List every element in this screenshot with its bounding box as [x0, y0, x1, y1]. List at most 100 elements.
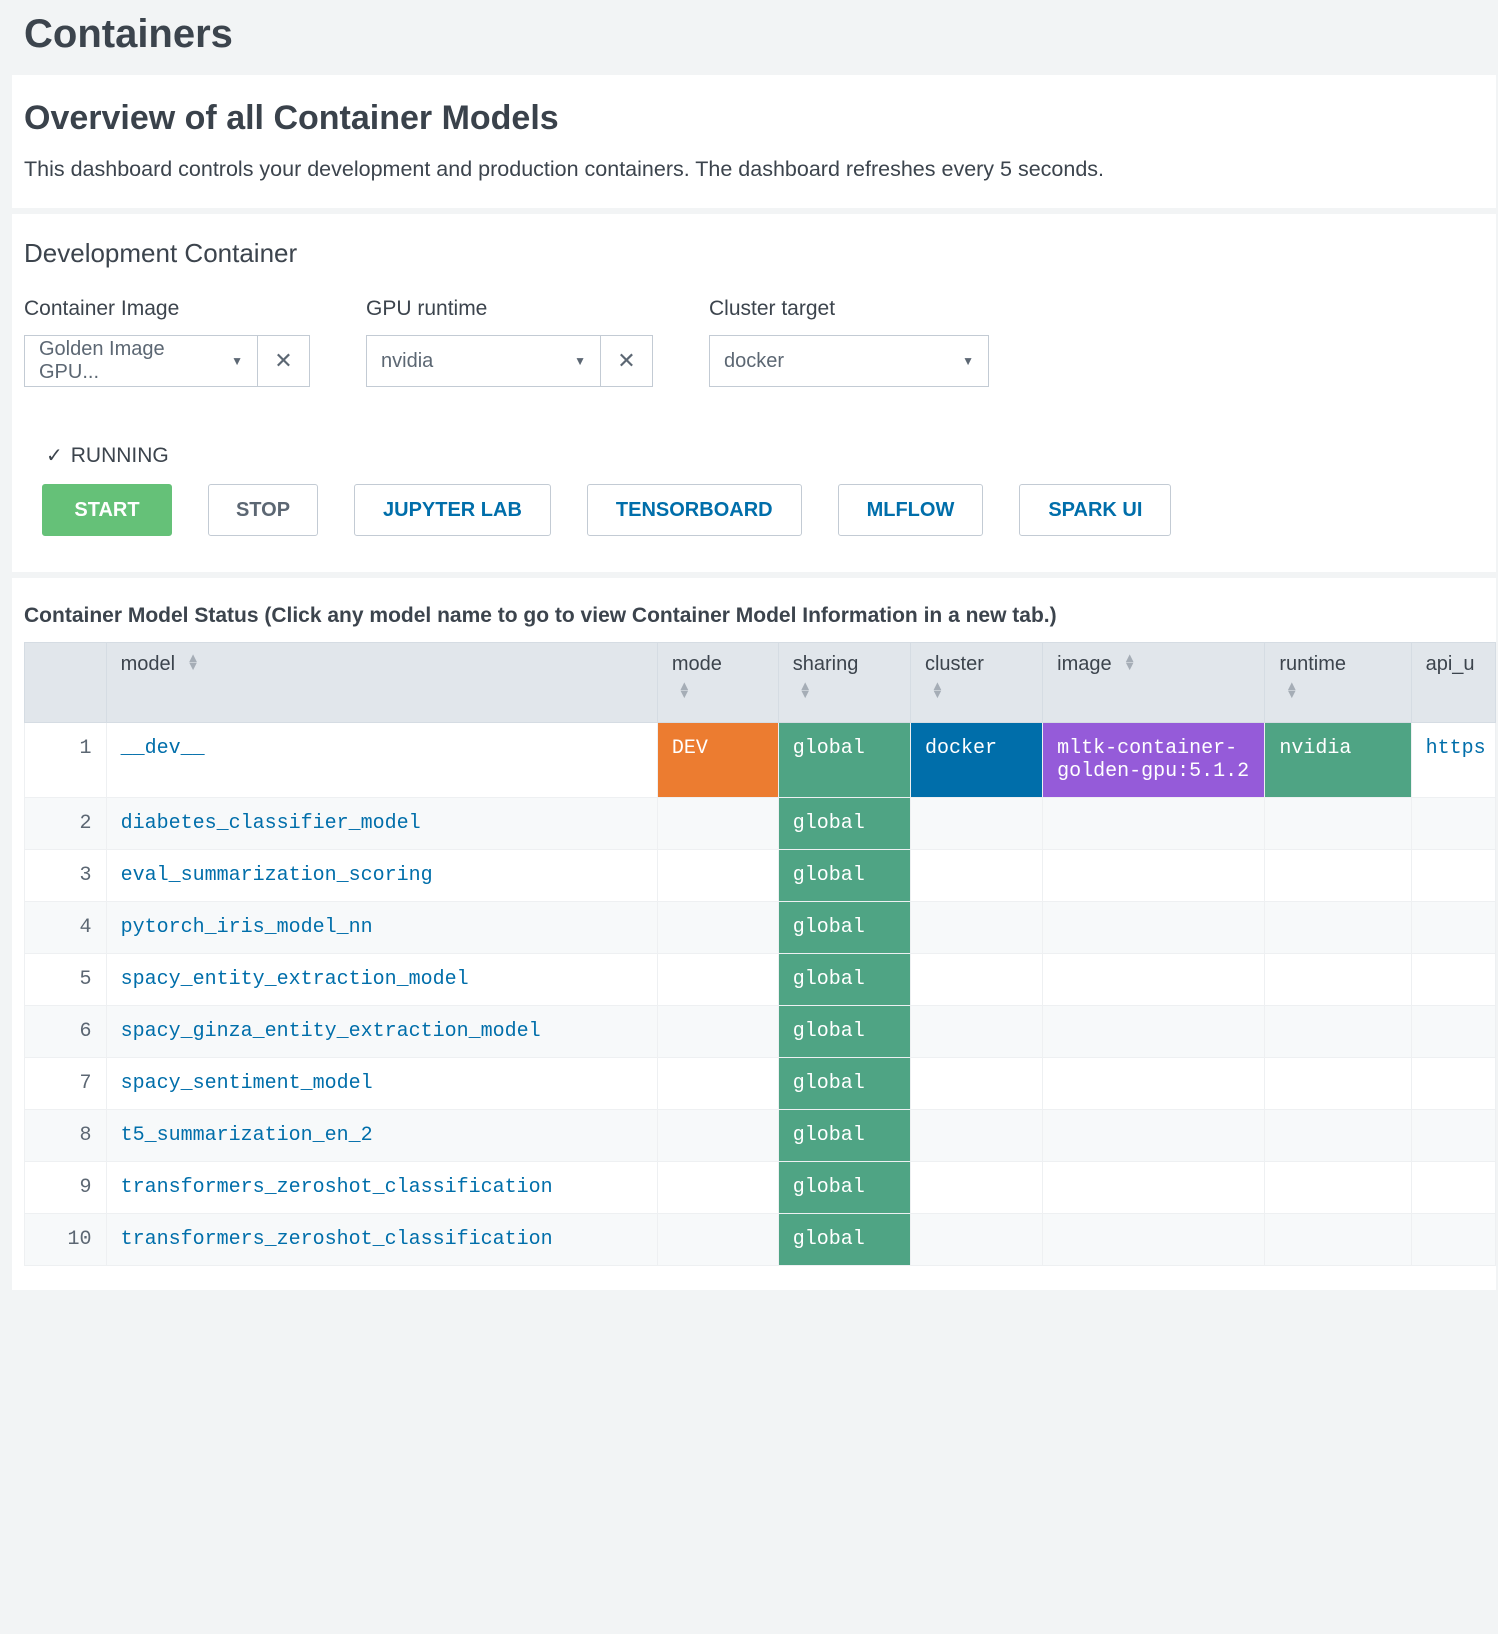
sort-icon: ▲▼	[678, 682, 764, 698]
mode-cell	[657, 1214, 778, 1266]
model-cell: transformers_zeroshot_classification	[106, 1214, 657, 1266]
column-header-model[interactable]: model ▲▼	[106, 643, 657, 723]
cluster-target-group: Cluster target docker ▼	[709, 297, 989, 387]
model-cell: transformers_zeroshot_classification	[106, 1162, 657, 1214]
gpu-runtime-value: nvidia	[381, 350, 433, 373]
mode-cell	[657, 1006, 778, 1058]
api-url-cell	[1411, 1006, 1495, 1058]
model-link[interactable]: spacy_ginza_entity_extraction_model	[121, 1020, 541, 1043]
chevron-down-icon: ▼	[962, 354, 974, 368]
column-header-api-url[interactable]: api_u	[1411, 643, 1495, 723]
cluster-target-select[interactable]: docker ▼	[709, 335, 989, 387]
image-cell	[1043, 902, 1265, 954]
check-icon: ✓	[46, 443, 63, 468]
table-row: 7spacy_sentiment_modelglobal	[25, 1058, 1496, 1110]
table-title: Container Model Status (Click any model …	[24, 604, 1496, 628]
header-label: api_u	[1426, 653, 1475, 675]
column-header-image[interactable]: image ▲▼	[1043, 643, 1265, 723]
model-link[interactable]: spacy_entity_extraction_model	[121, 968, 469, 991]
header-label: image	[1057, 653, 1111, 675]
model-link[interactable]: transformers_zeroshot_classification	[121, 1228, 553, 1251]
sort-icon: ▲▼	[187, 654, 200, 670]
cluster-cell: docker	[910, 723, 1042, 798]
model-cell: pytorch_iris_model_nn	[106, 902, 657, 954]
table-row: 1__dev__DEVglobaldockermltk-container-go…	[25, 723, 1496, 798]
api-url-cell: https	[1411, 723, 1495, 798]
cluster-cell	[910, 1058, 1042, 1110]
sharing-cell: global	[778, 1006, 910, 1058]
table-row: 6 spacy_ginza_entity_extraction_model glob…	[25, 1006, 1496, 1058]
api-url-cell	[1411, 1058, 1495, 1110]
image-cell	[1043, 1006, 1265, 1058]
gpu-runtime-clear-button[interactable]: ✕	[601, 335, 653, 387]
header-label: runtime	[1279, 653, 1396, 676]
stop-button[interactable]: STOP	[208, 484, 318, 536]
api-url-cell	[1411, 1162, 1495, 1214]
status-table-card: Container Model Status (Click any model …	[12, 578, 1496, 1290]
image-cell	[1043, 798, 1265, 850]
runtime-cell: nvidia	[1265, 723, 1411, 798]
api-url-cell	[1411, 902, 1495, 954]
mlflow-button[interactable]: MLFLOW	[838, 484, 984, 536]
api-url-link[interactable]: https	[1426, 737, 1486, 760]
table-row: 10transformers_zeroshot_classificationgl…	[25, 1214, 1496, 1266]
start-button[interactable]: START	[42, 484, 172, 536]
mode-cell	[657, 902, 778, 954]
row-index: 1	[25, 723, 107, 798]
model-link[interactable]: eval_summarization_scoring	[121, 864, 433, 887]
jupyter-lab-button[interactable]: JUPYTER LAB	[354, 484, 551, 536]
mode-cell	[657, 1162, 778, 1214]
cluster-cell	[910, 850, 1042, 902]
mode-cell	[657, 798, 778, 850]
cluster-cell	[910, 1006, 1042, 1058]
gpu-runtime-select[interactable]: nvidia ▼	[366, 335, 601, 387]
model-link[interactable]: transformers_zeroshot_classification	[121, 1176, 553, 1199]
mode-cell: DEV	[657, 723, 778, 798]
model-link[interactable]: pytorch_iris_model_nn	[121, 916, 373, 939]
sharing-cell: global	[778, 1058, 910, 1110]
tensorboard-button[interactable]: TENSORBOARD	[587, 484, 802, 536]
api-url-cell	[1411, 1110, 1495, 1162]
cluster-cell	[910, 1162, 1042, 1214]
mode-cell	[657, 954, 778, 1006]
container-image-label: Container Image	[24, 297, 310, 321]
container-image-value: Golden Image GPU...	[39, 338, 219, 384]
close-icon: ✕	[274, 348, 292, 374]
model-link[interactable]: __dev__	[121, 737, 205, 760]
image-cell	[1043, 1162, 1265, 1214]
model-link[interactable]: t5_summarization_en_2	[121, 1124, 373, 1147]
table-row: 2diabetes_classifier_modelglobal	[25, 798, 1496, 850]
gpu-runtime-group: GPU runtime nvidia ▼ ✕	[366, 297, 653, 387]
gpu-runtime-label: GPU runtime	[366, 297, 653, 321]
sharing-cell: global	[778, 798, 910, 850]
model-cell: t5_summarization_en_2	[106, 1110, 657, 1162]
container-image-clear-button[interactable]: ✕	[258, 335, 310, 387]
container-image-select[interactable]: Golden Image GPU... ▼	[24, 335, 258, 387]
image-cell: mltk-container-golden-gpu:5.1.2	[1043, 723, 1265, 798]
spark-ui-button[interactable]: SPARK UI	[1019, 484, 1171, 536]
column-header-cluster[interactable]: cluster ▲▼	[910, 643, 1042, 723]
api-url-cell	[1411, 954, 1495, 1006]
image-cell	[1043, 1214, 1265, 1266]
sharing-cell: global	[778, 954, 910, 1006]
sort-icon: ▲▼	[1123, 654, 1136, 670]
row-index: 3	[25, 850, 107, 902]
sharing-cell: global	[778, 1162, 910, 1214]
status-indicator: ✓ RUNNING	[46, 443, 1484, 468]
table-row: 9transformers_zeroshot_classificationglo…	[25, 1162, 1496, 1214]
overview-description: This dashboard controls your development…	[24, 154, 1484, 184]
image-cell	[1043, 1110, 1265, 1162]
sort-icon: ▲▼	[799, 682, 896, 698]
table-row: 8t5_summarization_en_2global	[25, 1110, 1496, 1162]
header-label: cluster	[925, 653, 1028, 676]
sharing-cell: global	[778, 902, 910, 954]
model-link[interactable]: spacy_sentiment_model	[121, 1072, 373, 1095]
column-header-runtime[interactable]: runtime ▲▼	[1265, 643, 1411, 723]
runtime-cell	[1265, 850, 1411, 902]
row-index: 6	[25, 1006, 107, 1058]
model-link[interactable]: diabetes_classifier_model	[121, 812, 421, 835]
column-header-sharing[interactable]: sharing ▲▼	[778, 643, 910, 723]
column-header-mode[interactable]: mode ▲▼	[657, 643, 778, 723]
container-status-table: model ▲▼ mode ▲▼ sharing ▲▼	[24, 642, 1496, 1266]
table-row: 4pytorch_iris_model_nnglobal	[25, 902, 1496, 954]
